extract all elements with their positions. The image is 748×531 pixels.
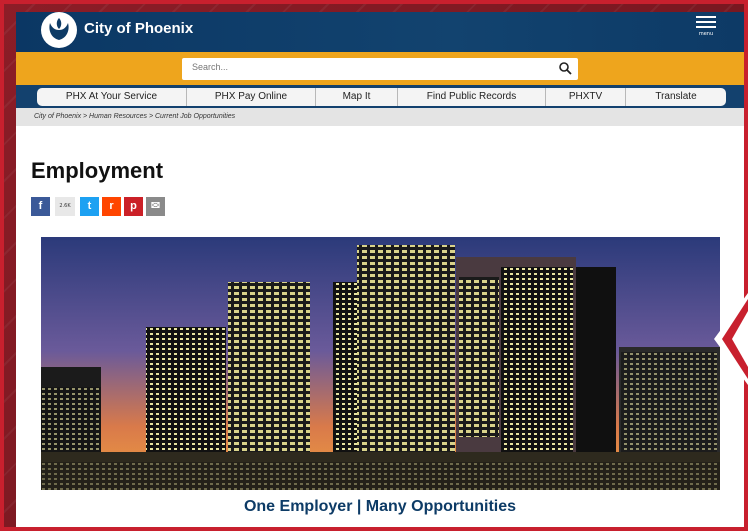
- search-strip: Search...: [16, 52, 744, 85]
- nav-item-translate[interactable]: Translate: [626, 88, 726, 106]
- nav-item-map-it[interactable]: Map It: [316, 88, 398, 106]
- menu-label: menu: [698, 31, 714, 37]
- browser-screen: City of Phoenix menu Search... PHX At Yo…: [16, 12, 744, 527]
- search-input[interactable]: Search...: [182, 58, 578, 80]
- search-placeholder: Search...: [192, 62, 229, 72]
- twitter-icon[interactable]: t: [80, 196, 99, 216]
- search-icon[interactable]: [558, 61, 572, 75]
- carousel-previous-icon[interactable]: [714, 293, 748, 385]
- hamburger-menu-icon[interactable]: menu: [696, 16, 716, 38]
- pinterest-icon[interactable]: p: [124, 196, 143, 216]
- nav-item-at-your-service[interactable]: PHX At Your Service: [37, 88, 187, 106]
- main-nav: PHX At Your Service PHX Pay Online Map I…: [16, 85, 744, 108]
- site-name[interactable]: City of Phoenix: [84, 20, 193, 37]
- share-count: 2.6K: [55, 196, 75, 216]
- site-header: City of Phoenix menu: [16, 12, 744, 52]
- nav-item-pay-online[interactable]: PHX Pay Online: [187, 88, 316, 106]
- share-bar: f 2.6K t r p ✉: [31, 196, 165, 216]
- facebook-icon[interactable]: f: [31, 196, 50, 216]
- phoenix-logo-icon[interactable]: [41, 12, 77, 48]
- nav-item-phxtv[interactable]: PHXTV: [546, 88, 626, 106]
- email-icon[interactable]: ✉: [146, 196, 165, 216]
- page-title: Employment: [31, 158, 164, 183]
- reddit-icon[interactable]: r: [102, 196, 121, 216]
- hero-skyline-image: [41, 237, 720, 490]
- breadcrumb[interactable]: City of Phoenix > Human Resources > Curr…: [16, 108, 744, 126]
- hero-tagline: One Employer | Many Opportunities: [243, 498, 517, 515]
- nav-item-public-records[interactable]: Find Public Records: [398, 88, 546, 106]
